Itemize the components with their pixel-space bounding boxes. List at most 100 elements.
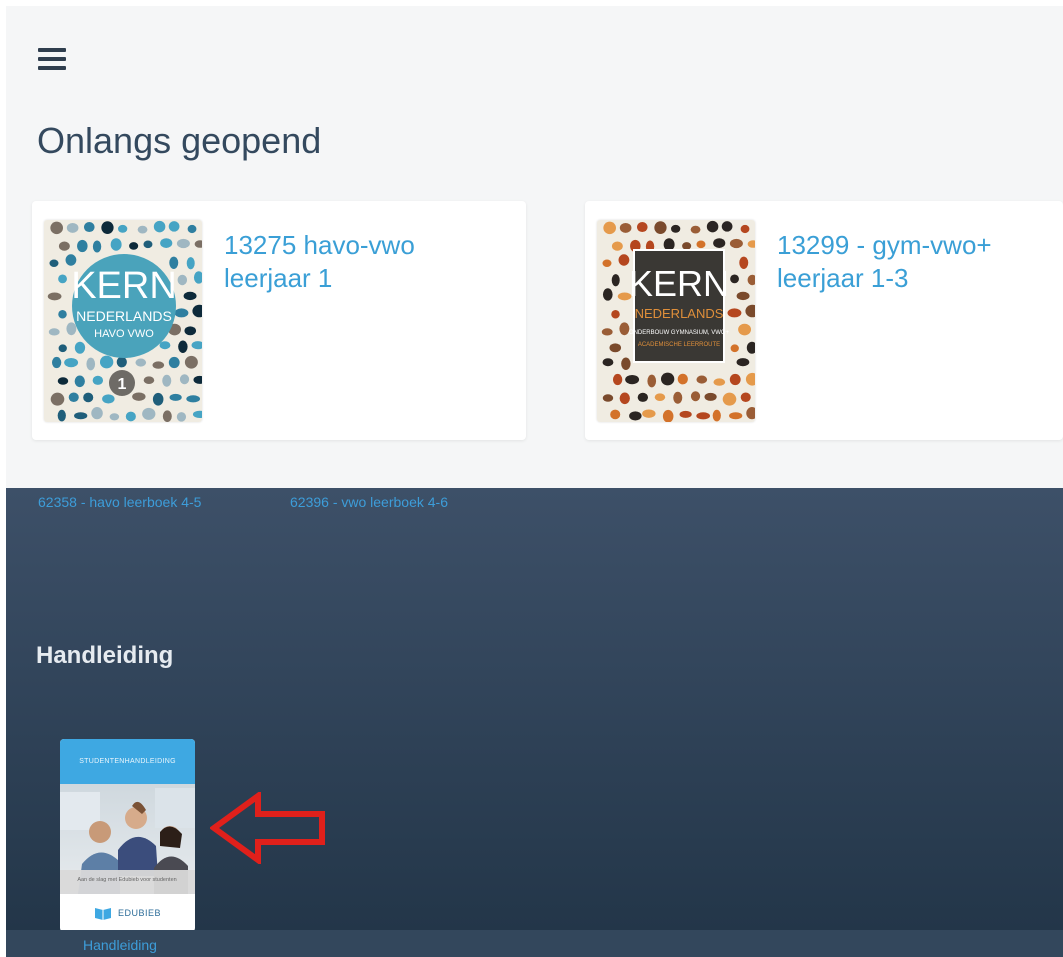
cover-dot	[92, 375, 104, 385]
cover-dot	[132, 392, 146, 401]
cover-dot	[178, 340, 188, 353]
cover-dot	[159, 341, 171, 350]
cover-dot	[602, 259, 612, 267]
manual-label-link[interactable]: Handleiding	[83, 937, 157, 953]
cover-dot	[183, 291, 197, 301]
cover-brand: KERN	[71, 265, 177, 307]
cover-dot	[677, 373, 688, 385]
cover-dot	[611, 241, 623, 251]
book-card-gym-vwo[interactable]: KERN NEDERLANDS ONDERBOUW GYMNASIUM, VWO…	[585, 201, 1063, 440]
cover-dot	[729, 238, 743, 249]
cover-level: HAVO VWO	[94, 328, 154, 340]
cover-dot	[66, 322, 77, 336]
cover-dot	[64, 357, 79, 368]
cover-dot	[729, 412, 743, 420]
cover-dot	[109, 413, 120, 421]
book-title[interactable]: 13299 - gym-vwo+ leerjaar 1-3	[777, 229, 1047, 295]
cover-dot	[663, 238, 675, 251]
cover-dot	[168, 221, 180, 232]
cover-dot	[611, 274, 620, 287]
book-title[interactable]: 13275 havo-vwo leerjaar 1	[224, 229, 494, 295]
cover-dot	[647, 374, 657, 388]
link-havo-leerboek[interactable]: 62358 - havo leerboek 4-5	[38, 494, 201, 510]
cover-dot	[609, 343, 622, 353]
cover-dot	[625, 374, 640, 385]
cover-dot	[162, 410, 172, 422]
cover-dot	[696, 412, 711, 420]
cover-dot	[730, 274, 739, 284]
cover-dot	[99, 355, 114, 369]
cover-dot	[739, 256, 749, 269]
cover-line1: ONDERBOUW GYMNASIUM, VWO+	[629, 330, 730, 336]
cover-dot	[706, 220, 719, 233]
cover-brand: KERN	[629, 263, 729, 304]
cover-dot	[602, 288, 613, 301]
cover-dot	[58, 344, 67, 353]
cover-dot	[160, 238, 173, 248]
cover-dot	[654, 221, 667, 235]
cover-dot	[704, 392, 717, 401]
cover-dot	[83, 222, 95, 233]
cover-dot	[184, 326, 197, 336]
manual-cover-photo: Aan de slag met Edubieb voor studenten	[60, 784, 195, 894]
cover-dot	[92, 240, 102, 253]
cover-dot	[696, 375, 708, 384]
cover-dot	[51, 356, 62, 369]
cover-dot	[66, 222, 79, 233]
hamburger-menu-icon[interactable]	[38, 48, 68, 72]
section-heading-handleiding: Handleiding	[36, 642, 174, 669]
cover-dot	[736, 291, 750, 301]
cover-dot	[168, 356, 180, 369]
cover-dot	[152, 361, 165, 369]
cover-dot	[619, 322, 630, 336]
cover-dot	[77, 239, 88, 253]
cover-dot	[619, 392, 630, 405]
manual-cover-header: STUDENTENHANDLEIDING	[60, 739, 195, 784]
link-vwo-leerboek[interactable]: 62396 - vwo leerboek 4-6	[290, 494, 448, 510]
cover-dot	[58, 241, 70, 251]
cover-dot	[118, 224, 128, 233]
cover-dot	[721, 221, 733, 232]
cover-dot	[629, 411, 642, 421]
cover-subtitle: NEDERLANDS	[76, 308, 172, 324]
cover-dot	[618, 254, 630, 266]
cover-dot	[186, 257, 195, 270]
cover-dot	[619, 222, 632, 233]
book-logo-icon	[94, 908, 111, 920]
cover-dot	[696, 240, 706, 249]
cover-dot	[49, 259, 59, 267]
cover-dot	[125, 411, 136, 422]
cover-dot	[727, 308, 742, 318]
cover-dot	[116, 356, 127, 368]
cover-dot	[187, 224, 197, 234]
cover-dot	[57, 377, 69, 385]
cover-dot	[74, 375, 85, 388]
cover-dot	[102, 394, 115, 404]
book-card-havo-vwo[interactable]: KERN NEDERLANDS HAVO VWO 1 13275 havo-vw…	[32, 201, 526, 440]
cover-dot	[50, 221, 64, 235]
manual-cover-card[interactable]: STUDENTENHANDLEIDING Aan de slag met Edu…	[60, 739, 195, 932]
manual-label-bar: Handleiding	[6, 930, 1063, 957]
cover-dot	[682, 242, 692, 250]
book-cover: KERN NEDERLANDS ONDERBOUW GYMNASIUM, VWO…	[597, 220, 755, 422]
cover-dot	[179, 374, 190, 385]
cover-dot	[135, 358, 147, 367]
cover-dot	[660, 372, 675, 386]
cover-subtitle: NEDERLANDS	[635, 306, 724, 321]
cover-dot	[722, 392, 737, 406]
cover-dot	[129, 242, 139, 250]
cover-dot	[153, 220, 166, 233]
cover-dot	[176, 238, 190, 249]
cover-line2: ACADEMISCHE LEERROUTE	[638, 342, 720, 348]
cover-dot	[142, 407, 156, 420]
cover-dot	[143, 240, 153, 249]
cover-dot	[91, 407, 103, 420]
edubieb-logo: EDUBIEB	[60, 894, 195, 932]
cover-dot	[177, 274, 188, 286]
cover-dot	[47, 292, 62, 301]
cover-dot	[58, 274, 67, 284]
cover-dot	[690, 391, 701, 402]
recent-section: Onlangs geopend KERN NEDERLANDS HAVO VWO…	[6, 6, 1063, 488]
cover-dot	[662, 409, 674, 422]
cover-dot	[713, 378, 726, 386]
